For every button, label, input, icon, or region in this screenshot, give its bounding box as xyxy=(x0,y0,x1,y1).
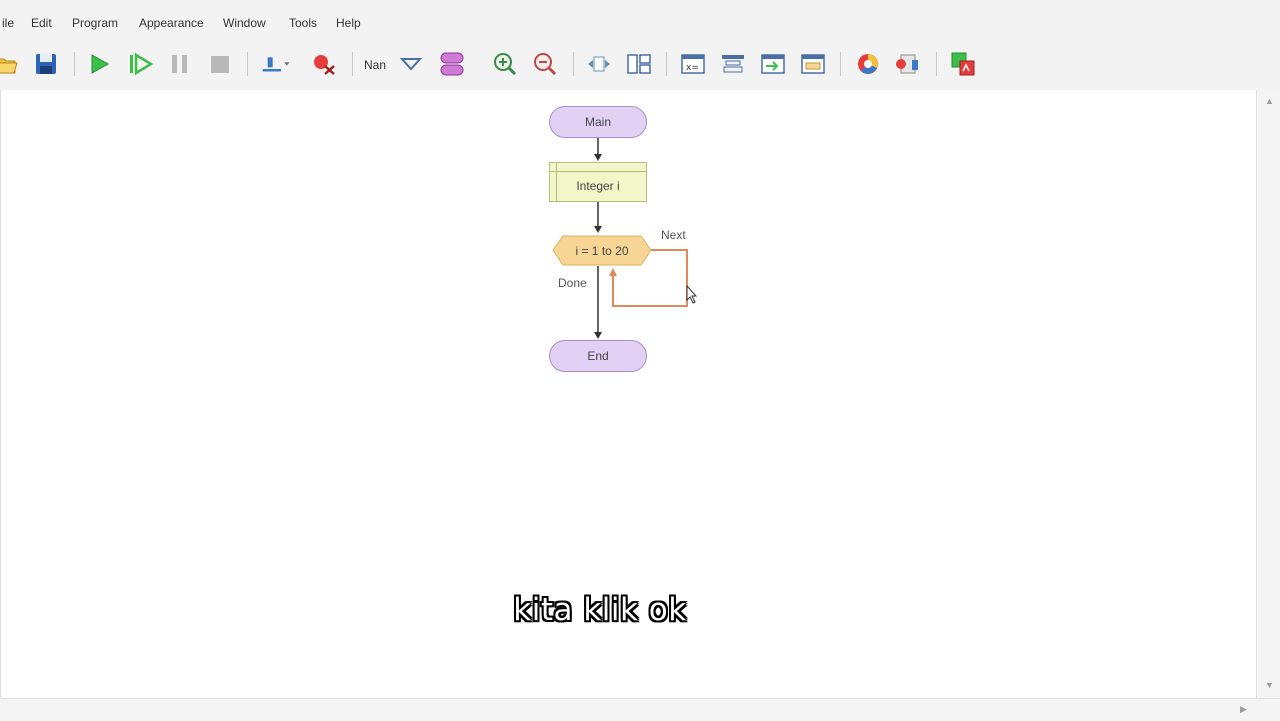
toolbar-separator xyxy=(573,52,574,76)
toolbar: Nan x= xyxy=(0,38,1280,91)
start-node-label: Main xyxy=(584,115,611,129)
declare-node-border xyxy=(550,171,646,172)
run-icon[interactable] xyxy=(84,49,114,79)
menu-window[interactable]: Window xyxy=(223,16,266,30)
declare-node-label: Integer i xyxy=(576,179,620,193)
vertical-scrollbar[interactable]: ▲ ▼ xyxy=(1256,90,1280,698)
declare-node-border xyxy=(556,163,557,201)
done-label: Done xyxy=(558,276,587,290)
next-label: Next xyxy=(661,228,686,242)
end-node[interactable]: End xyxy=(549,340,647,372)
declare-node[interactable]: Integer i xyxy=(549,162,647,202)
horizontal-scrollbar[interactable]: ▶ xyxy=(0,698,1280,721)
menu-bar: ile Edit Program Appearance Window Tools… xyxy=(0,6,1280,38)
arrowhead xyxy=(594,332,602,339)
svg-text:x=: x= xyxy=(686,63,699,73)
zoom-in-icon[interactable] xyxy=(490,49,520,79)
toolbar-separator xyxy=(666,52,667,76)
zoom-out-icon[interactable] xyxy=(530,49,560,79)
menu-file[interactable]: ile xyxy=(2,16,14,30)
flowchart-icon[interactable] xyxy=(718,49,748,79)
arrowhead xyxy=(594,226,602,233)
toolbar-separator xyxy=(352,52,353,76)
scroll-down-icon[interactable]: ▼ xyxy=(1265,680,1274,690)
loop-node-label: i = 1 to 20 xyxy=(575,243,629,258)
output-icon[interactable] xyxy=(758,49,788,79)
align-icon[interactable] xyxy=(261,49,291,79)
menu-program[interactable]: Program xyxy=(72,16,118,30)
scroll-up-icon[interactable]: ▲ xyxy=(1265,96,1274,106)
toolbar-separator xyxy=(936,52,937,76)
arrowhead xyxy=(594,154,602,161)
toolbar-separator xyxy=(74,52,75,76)
video-subtitle: kita klik ok xyxy=(513,592,687,628)
pause-icon[interactable] xyxy=(165,49,195,79)
start-node-main[interactable]: Main xyxy=(549,106,647,138)
mouse-cursor-icon xyxy=(686,284,698,304)
generate-code-icon[interactable] xyxy=(948,49,978,79)
export-icon[interactable] xyxy=(893,49,923,79)
step-icon[interactable] xyxy=(125,49,155,79)
variables-icon[interactable] xyxy=(437,49,467,79)
end-node-label: End xyxy=(587,349,609,363)
save-icon[interactable] xyxy=(31,49,61,79)
layout-icon[interactable] xyxy=(624,49,654,79)
toolbar-separator xyxy=(247,52,248,76)
function-icon[interactable] xyxy=(798,49,828,79)
menu-tools[interactable]: Tools xyxy=(289,16,317,30)
color-icon[interactable] xyxy=(853,49,883,79)
mode-dropdown-icon[interactable] xyxy=(396,49,426,79)
scroll-right-icon[interactable]: ▶ xyxy=(1240,704,1247,715)
mode-label[interactable]: Nan xyxy=(364,58,386,72)
open-icon[interactable] xyxy=(0,49,22,79)
loop-node[interactable]: i = 1 to 20 xyxy=(553,236,651,265)
menu-appearance[interactable]: Appearance xyxy=(139,16,204,30)
expression-icon[interactable]: x= xyxy=(678,49,708,79)
clear-breakpoints-icon[interactable] xyxy=(309,49,339,79)
arrowhead xyxy=(609,268,617,276)
fit-icon[interactable] xyxy=(584,49,614,79)
toolbar-separator xyxy=(840,52,841,76)
menu-edit[interactable]: Edit xyxy=(31,16,52,30)
menu-help[interactable]: Help xyxy=(336,16,361,30)
stop-icon[interactable] xyxy=(205,49,235,79)
